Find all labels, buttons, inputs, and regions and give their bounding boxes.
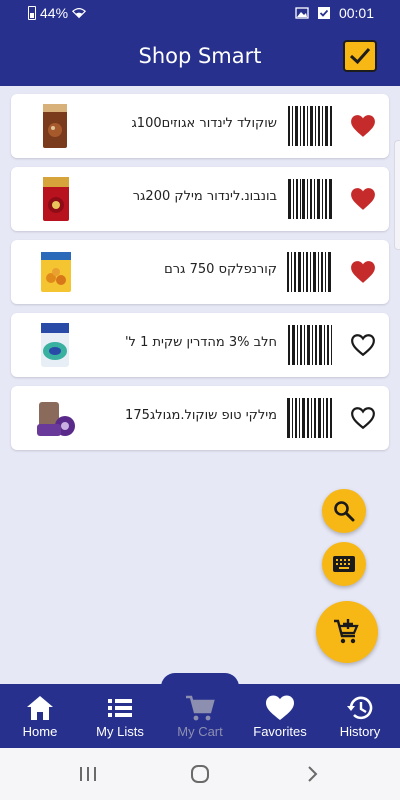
back-button[interactable] — [300, 762, 324, 786]
product-name: חלב 3% מהדרין שקית 1 ל' — [124, 335, 277, 350]
edge-panel-handle[interactable] — [394, 140, 400, 250]
barcode-icon[interactable] — [287, 325, 333, 365]
nav-history[interactable]: History — [320, 694, 400, 744]
recent-apps-button[interactable] — [76, 762, 100, 786]
cart-icon — [186, 695, 215, 721]
recent-apps-icon — [80, 767, 96, 781]
heart-outline-icon[interactable] — [350, 333, 376, 357]
heart-outline-icon[interactable] — [350, 406, 376, 430]
search-icon — [334, 501, 355, 522]
product-image — [43, 177, 69, 221]
heart-icon — [266, 695, 294, 720]
nav-my-lists[interactable]: My Lists — [80, 694, 160, 744]
nav-history-label: History — [339, 724, 381, 739]
product-name: קורנפלקס 750 גרם — [164, 262, 277, 277]
wifi-icon — [72, 8, 87, 19]
add-to-cart-fab[interactable] — [316, 601, 378, 663]
nav-home-label: Home — [22, 724, 58, 739]
system-navigation-bar — [0, 748, 400, 800]
heart-filled-icon[interactable] — [350, 260, 376, 284]
barcode-icon[interactable] — [287, 398, 333, 438]
product-card[interactable]: מילקי טופ שוקול.מגולג175 — [11, 386, 389, 450]
checkbox-icon — [317, 7, 330, 19]
product-card[interactable]: בונבונ.לינדור מילק 200גר — [11, 167, 389, 231]
search-fab[interactable] — [322, 489, 366, 533]
barcode-icon[interactable] — [287, 179, 333, 219]
clock: 00:01 — [338, 5, 374, 21]
battery-level: 44% — [40, 5, 69, 21]
nav-favorites-label: Favorites — [253, 724, 307, 739]
product-list: שוקולד לינדור אגוזים100ג בונבונ.לינדור מ… — [11, 94, 389, 459]
heart-filled-icon[interactable] — [350, 187, 376, 211]
back-chevron-icon — [308, 766, 318, 782]
keyboard-fab[interactable] — [322, 542, 366, 586]
image-icon — [295, 7, 309, 19]
barcode-icon[interactable] — [287, 106, 333, 146]
add-shopping-cart-icon — [334, 619, 359, 644]
keyboard-icon — [333, 556, 355, 572]
product-image — [41, 323, 69, 367]
app-title: Shop Smart — [138, 44, 262, 68]
product-card[interactable]: חלב 3% מהדרין שקית 1 ל' — [11, 313, 389, 377]
nav-my-cart-label: My Cart — [177, 724, 223, 739]
product-name: מילקי טופ שוקול.מגולג175 — [125, 408, 277, 423]
status-bar: 44% 00:01 — [0, 0, 400, 28]
home-circle-icon — [191, 765, 209, 783]
nav-home[interactable]: Home — [0, 694, 80, 744]
product-image — [41, 252, 71, 292]
product-image — [43, 104, 67, 148]
check-icon — [349, 48, 371, 65]
product-image — [37, 402, 75, 436]
heart-filled-icon[interactable] — [350, 114, 376, 138]
barcode-icon[interactable] — [287, 252, 333, 292]
nav-my-cart[interactable]: My Cart — [160, 694, 240, 744]
list-icon — [108, 699, 132, 717]
history-icon — [347, 696, 373, 720]
home-icon — [27, 696, 53, 720]
nav-favorites[interactable]: Favorites — [240, 694, 320, 744]
product-name: שוקולד לינדור אגוזים100ג — [131, 116, 277, 131]
product-card[interactable]: שוקולד לינדור אגוזים100ג — [11, 94, 389, 158]
app-bar: Shop Smart — [0, 28, 400, 86]
home-button[interactable] — [188, 762, 212, 786]
confirm-button[interactable] — [343, 40, 377, 72]
battery-icon — [28, 6, 36, 20]
nav-my-lists-label: My Lists — [96, 724, 144, 739]
product-name: בונבונ.לינדור מילק 200גר — [132, 189, 277, 204]
product-card[interactable]: קורנפלקס 750 גרם — [11, 240, 389, 304]
